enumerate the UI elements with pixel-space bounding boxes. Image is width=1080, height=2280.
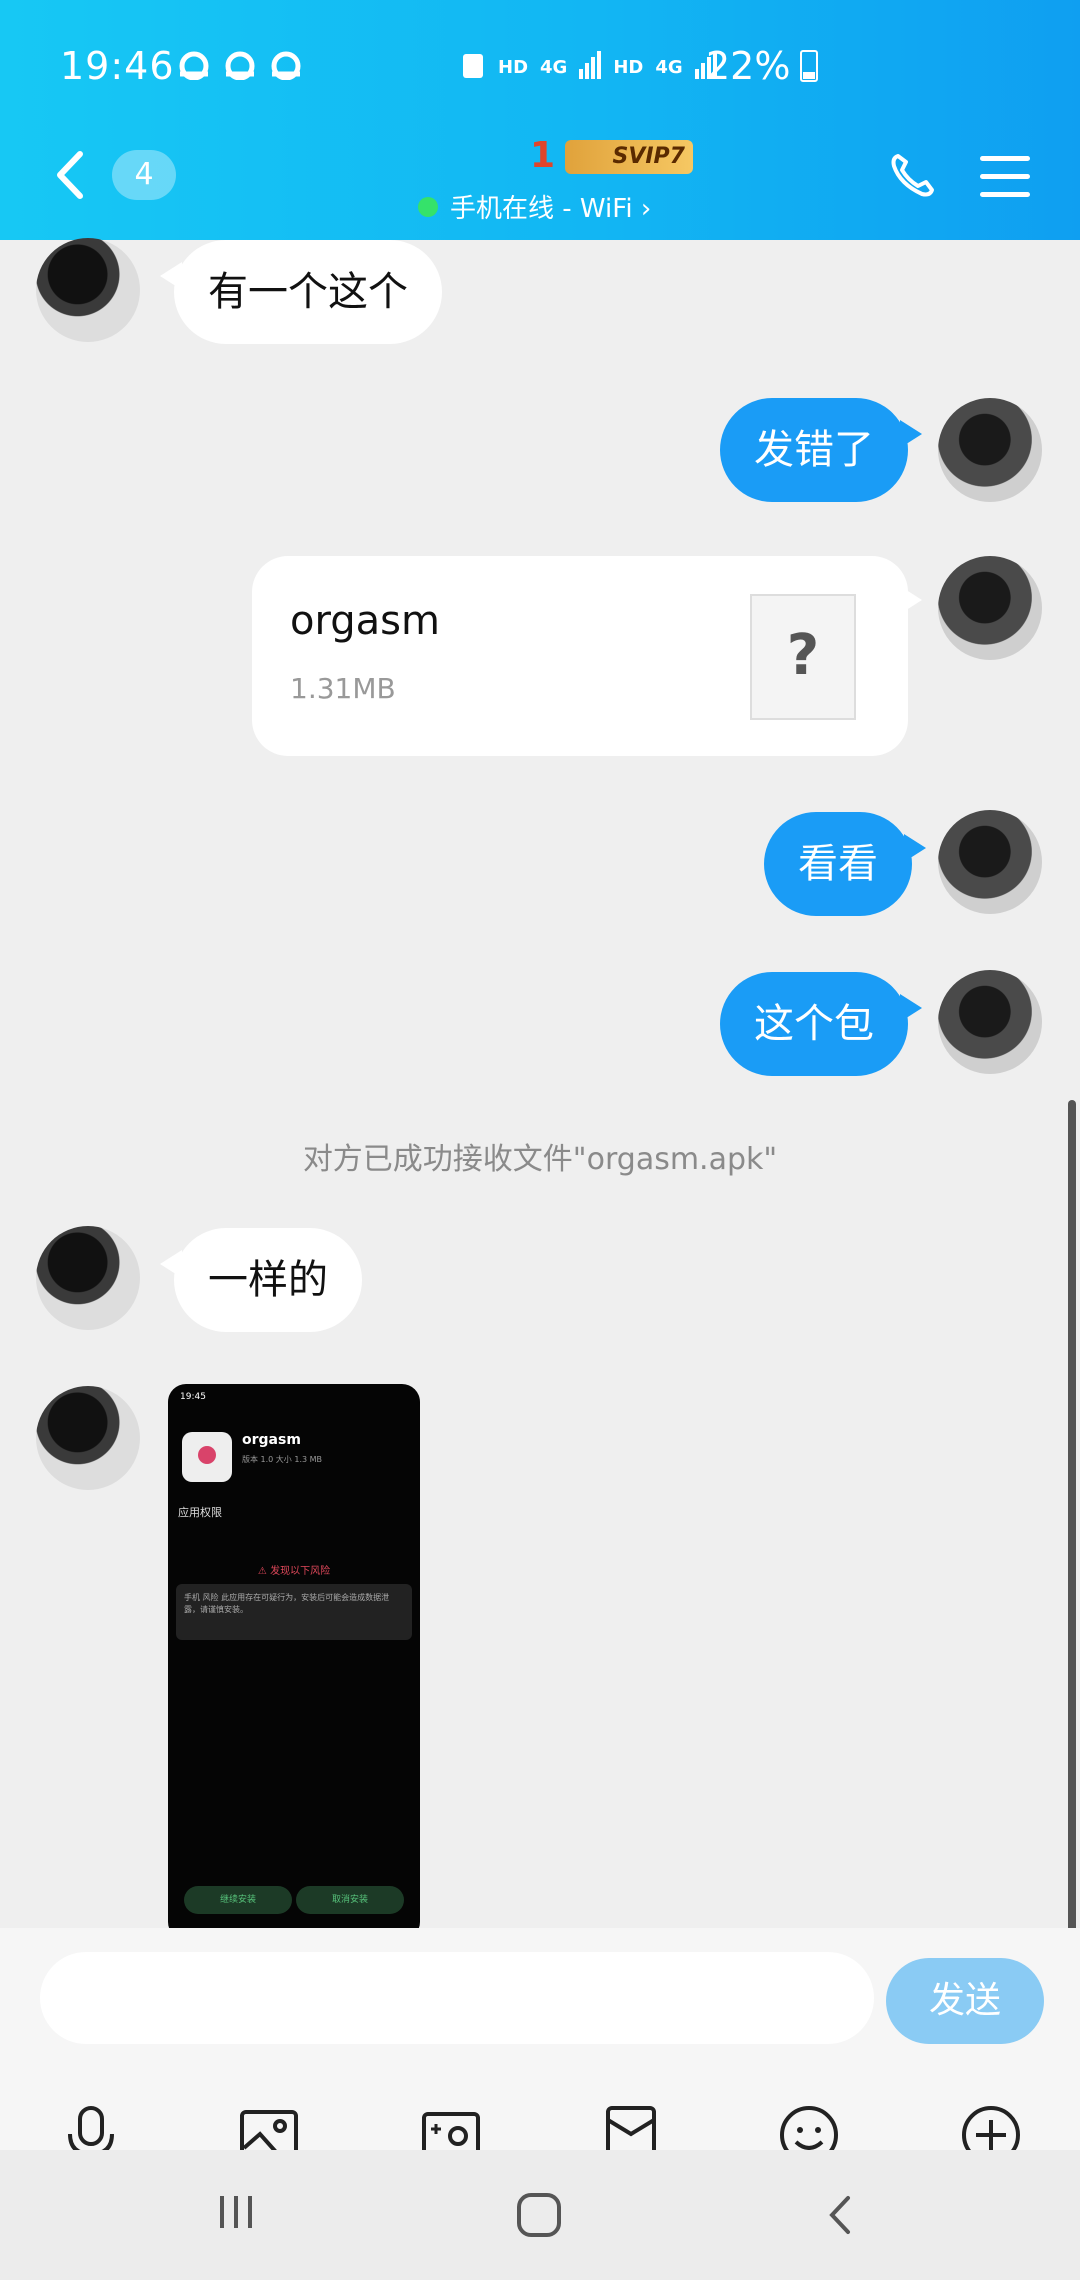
status-time: 19:46 bbox=[60, 44, 175, 88]
avatar[interactable] bbox=[36, 1386, 140, 1490]
system-notice: 对方已成功接收文件"orgasm.apk" bbox=[302, 1142, 778, 1177]
more-menu-button[interactable] bbox=[980, 156, 1030, 210]
shot-continue-button: 继续安装 bbox=[184, 1886, 292, 1914]
back-nav-button[interactable] bbox=[822, 2190, 858, 2244]
signal-icon bbox=[579, 51, 602, 84]
unknown-file-icon: ? bbox=[750, 594, 856, 720]
network-type: 4G bbox=[655, 57, 683, 78]
online-dot-icon bbox=[418, 196, 438, 217]
scrollbar[interactable] bbox=[1068, 1100, 1076, 1936]
unread-count-badge[interactable]: 4 bbox=[112, 150, 176, 200]
recent-apps-button[interactable] bbox=[214, 2190, 258, 2238]
message-bubble[interactable]: 发错了 bbox=[720, 398, 922, 502]
recent-apps-icon bbox=[220, 2196, 252, 2228]
cloud-icon bbox=[222, 50, 258, 81]
phone-call-button[interactable] bbox=[888, 150, 938, 204]
shot-time: 19:45 bbox=[180, 1392, 206, 1402]
back-button[interactable] bbox=[50, 150, 90, 204]
file-name: orgasm bbox=[290, 598, 440, 644]
hd-label: HD bbox=[498, 57, 529, 78]
online-status[interactable]: 手机在线 - WiFi › bbox=[418, 188, 651, 225]
image-message[interactable]: 19:45 orgasm 版本 1.0 大小 1.3 MB 应用权限 ⚠ 发现以… bbox=[168, 1384, 420, 1940]
weather-icons bbox=[176, 50, 304, 81]
network-indicators: HD 4G HD 4G bbox=[460, 50, 717, 85]
battery-icon bbox=[800, 50, 819, 82]
phone-icon bbox=[891, 154, 934, 197]
message-bubble[interactable]: 看看 bbox=[764, 812, 926, 916]
app-icon bbox=[182, 1432, 232, 1482]
shot-app-meta: 版本 1.0 大小 1.3 MB bbox=[242, 1455, 323, 1464]
recycle-icon bbox=[460, 50, 486, 85]
message-bubble[interactable]: 一样的 bbox=[160, 1228, 362, 1332]
system-nav-bar bbox=[0, 2150, 1080, 2280]
network-type: 4G bbox=[540, 57, 568, 78]
avatar[interactable] bbox=[36, 1226, 140, 1330]
send-button[interactable]: 发送 bbox=[886, 1958, 1044, 2044]
message-input[interactable] bbox=[40, 1952, 874, 2044]
hd-label: HD bbox=[613, 57, 644, 78]
cloud-icon bbox=[268, 50, 304, 81]
message-bubble[interactable]: 有一个这个 bbox=[160, 240, 442, 344]
back-icon bbox=[829, 2196, 850, 2234]
file-message[interactable]: orgasm 1.31MB ? bbox=[252, 556, 922, 756]
avatar[interactable] bbox=[938, 810, 1042, 914]
contact-name: 1 bbox=[530, 135, 556, 176]
battery-status: 22% bbox=[706, 44, 819, 88]
chevron-left-icon bbox=[57, 151, 83, 199]
composer: 发送 bbox=[0, 1928, 1080, 2072]
svip-badge[interactable]: SVIP7 bbox=[565, 140, 693, 174]
cloud-icon bbox=[176, 50, 212, 81]
avatar[interactable] bbox=[938, 970, 1042, 1074]
shot-permission-label: 应用权限 bbox=[178, 1506, 222, 1519]
shot-cancel-button: 取消安装 bbox=[296, 1886, 404, 1914]
avatar[interactable] bbox=[938, 398, 1042, 502]
chat-header: 19:46 HD 4G HD 4G 22% 4 1 SVIP7 手机在线 - W… bbox=[0, 0, 1080, 240]
file-size: 1.31MB bbox=[290, 672, 396, 705]
home-button[interactable] bbox=[514, 2190, 564, 2244]
shot-app-name: orgasm bbox=[242, 1432, 301, 1448]
avatar[interactable] bbox=[36, 238, 140, 342]
avatar[interactable] bbox=[938, 556, 1042, 660]
shot-risk-desc: 手机 风险 此应用存在可疑行为，安装后可能会造成数据泄露，请谨慎安装。 bbox=[176, 1584, 412, 1640]
battery-percent: 22% bbox=[706, 44, 791, 88]
message-bubble[interactable]: 这个包 bbox=[720, 972, 922, 1076]
home-icon bbox=[517, 2193, 561, 2237]
shot-risk-title: ⚠ 发现以下风险 bbox=[257, 1566, 331, 1577]
online-status-label: 手机在线 - WiFi › bbox=[450, 194, 652, 224]
